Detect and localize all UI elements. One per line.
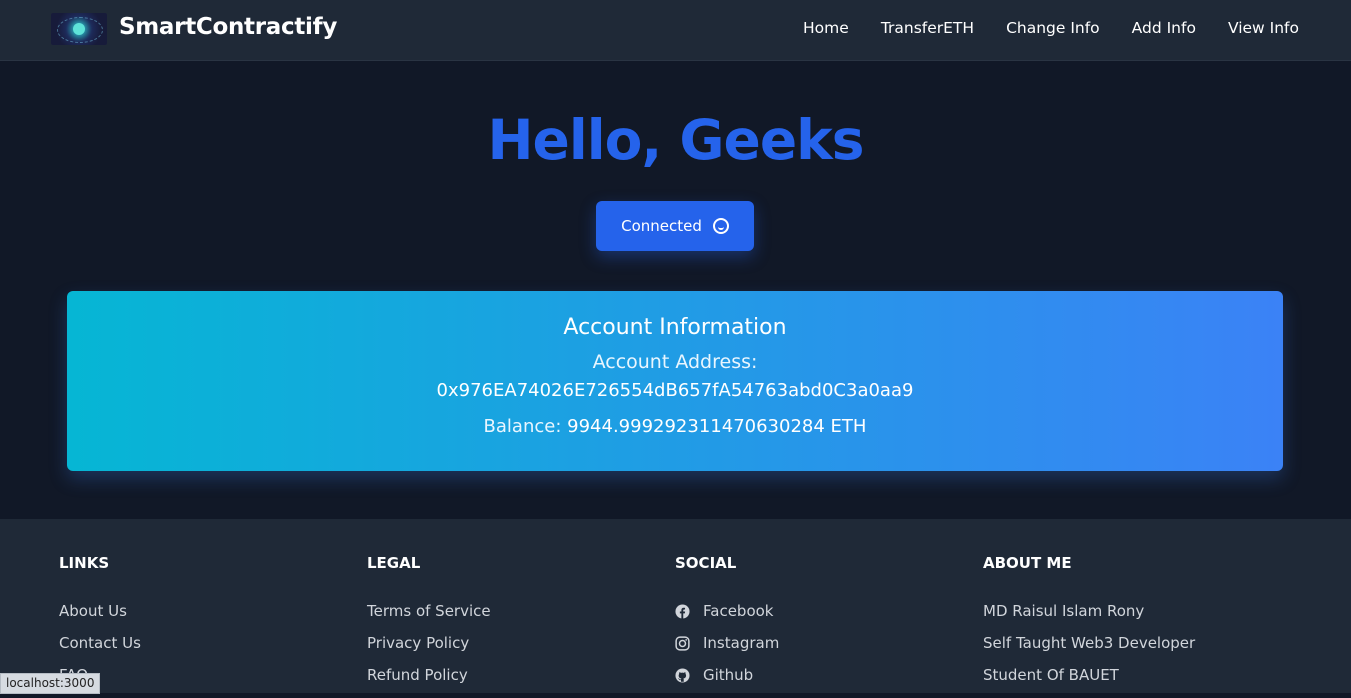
account-info-card: Account Information Account Address: 0x9… [67,291,1283,471]
connected-button[interactable]: Connected [596,201,754,251]
balance-value: 9944.999292311470630284 ETH [567,416,867,437]
footer-social-heading: SOCIAL [675,554,737,572]
footer-about-heading: ABOUT ME [983,554,1072,572]
about-role: Self Taught Web3 Developer [983,634,1196,652]
browser-status-bar: localhost:3000 [0,673,101,694]
account-info-title: Account Information [563,315,787,340]
facebook-icon [675,604,690,619]
footer-legal-heading: LEGAL [367,554,421,572]
nav-home[interactable]: Home [803,19,849,37]
footer-link-instagram[interactable]: Instagram [703,634,779,652]
account-address-value: 0x976EA74026E726554dB657fA54763abd0C3a0a… [436,380,914,401]
nav-add-info[interactable]: Add Info [1132,19,1196,37]
hero-title: Hello, Geeks [487,108,865,172]
github-icon [675,668,690,683]
top-navbar: SmartContractify Home TransferETH Change… [0,0,1351,61]
footer-link-contact-us[interactable]: Contact Us [59,634,141,652]
logo-image[interactable] [51,13,107,45]
account-balance: Balance: 9944.999292311470630284 ETH [67,416,1283,437]
nav-transfer-eth[interactable]: TransferETH [881,19,974,37]
footer-links-heading: LINKS [59,554,110,572]
connected-button-label: Connected [621,217,702,235]
footer-link-facebook[interactable]: Facebook [703,602,773,620]
balance-label: Balance: [483,416,562,437]
footer-link-privacy[interactable]: Privacy Policy [367,634,469,652]
nav-view-info[interactable]: View Info [1228,19,1299,37]
footer-link-terms[interactable]: Terms of Service [367,602,491,620]
connected-status-icon [712,218,729,234]
account-address-label: Account Address: [592,351,758,373]
about-education: Student Of BAUET [983,666,1119,684]
footer: LINKS About Us Contact Us FAQ LEGAL Term… [0,519,1351,693]
footer-link-about-us[interactable]: About Us [59,602,127,620]
footer-link-github[interactable]: Github [703,666,753,684]
brand-name[interactable]: SmartContractify [119,14,337,40]
about-name: MD Raisul Islam Rony [983,602,1145,620]
footer-link-refund[interactable]: Refund Policy [367,666,468,684]
instagram-icon [675,636,690,651]
main-nav: Home TransferETH Change Info Add Info Vi… [771,19,1299,37]
nav-change-info[interactable]: Change Info [1006,19,1100,37]
